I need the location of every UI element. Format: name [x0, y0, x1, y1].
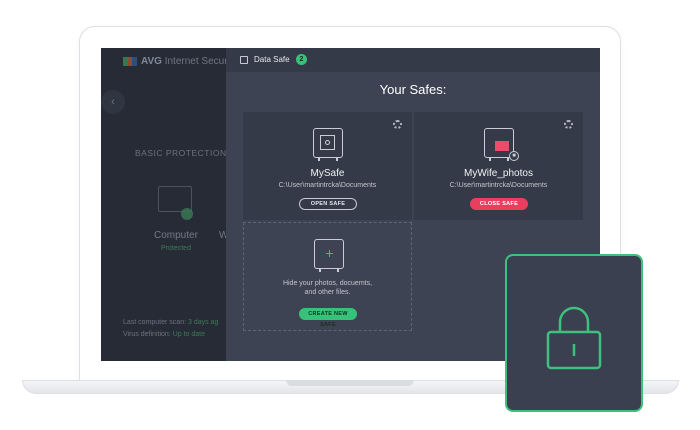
safe-card-mysafe: MySafe C:\User\martintrcka\Documents OPE…	[243, 112, 412, 220]
safe-count-badge: 2	[296, 54, 307, 65]
lock-tile	[505, 254, 643, 412]
safe-small-icon	[240, 56, 248, 64]
safe-closed-icon	[313, 128, 343, 161]
laptop-notch	[286, 380, 414, 386]
create-new-safe-button[interactable]: CREATE NEW SAFE	[299, 308, 357, 328]
check-icon	[181, 208, 193, 220]
basic-protection-label: BASIC PROTECTION	[135, 148, 227, 158]
computer-status: Protected	[161, 245, 191, 252]
page-title: Your Safes:	[379, 82, 447, 97]
avg-logo-icon	[123, 56, 137, 66]
lock-badge-icon: ■	[509, 151, 519, 161]
new-safe-card: + Hide your photos, docuemts, and other …	[243, 222, 412, 331]
add-safe-icon: +	[314, 239, 344, 272]
open-safe-button[interactable]: OPEN SAFE	[299, 198, 357, 210]
safe-name: MyWife_photos	[464, 168, 533, 179]
close-safe-button[interactable]: CLOSE SAFE	[470, 198, 528, 210]
document-icon	[495, 141, 509, 151]
virus-def-value: Up to date	[172, 331, 205, 338]
safe-open-icon: ■	[484, 128, 519, 161]
computer-label[interactable]: Computer	[154, 230, 198, 241]
safe-path: C:\User\martintrcka\Documents	[449, 182, 548, 189]
panel-header-title: Data Safe	[254, 55, 290, 64]
gear-icon[interactable]	[393, 120, 402, 129]
padlock-icon	[546, 306, 602, 370]
safe-path: C:\User\martintrcka\Documents	[278, 182, 377, 189]
new-safe-description-line1: Hide your photos, docuemts,	[282, 280, 373, 287]
chevron-left-icon[interactable]: ‹	[101, 90, 125, 114]
app-title-rest: Internet Securi	[164, 56, 230, 67]
virus-def-label: Virus definition:	[123, 331, 171, 338]
panel-header: Data Safe 2	[226, 48, 600, 72]
safe-name: MySafe	[310, 168, 345, 179]
gear-icon[interactable]	[564, 120, 573, 129]
last-scan-value[interactable]: 3 days ag	[188, 319, 218, 326]
background-app: AVG Internet Securi ‹ BASIC PROTECTION C…	[101, 48, 230, 361]
last-scan-label: Last computer scan:	[123, 319, 187, 326]
new-safe-description: Hide your photos, docuemts, and other fi…	[244, 279, 411, 297]
virus-definition-info: Virus definition: Up to date	[123, 331, 205, 338]
new-safe-description-line2: and other files.	[304, 289, 351, 296]
app-title: AVG Internet Securi	[123, 56, 230, 67]
last-scan-info: Last computer scan: 3 days ag	[123, 319, 218, 326]
safe-card-mywife-photos: ■ MyWife_photos C:\User\martintrcka\Docu…	[414, 112, 583, 220]
app-brand: AVG	[141, 56, 162, 67]
